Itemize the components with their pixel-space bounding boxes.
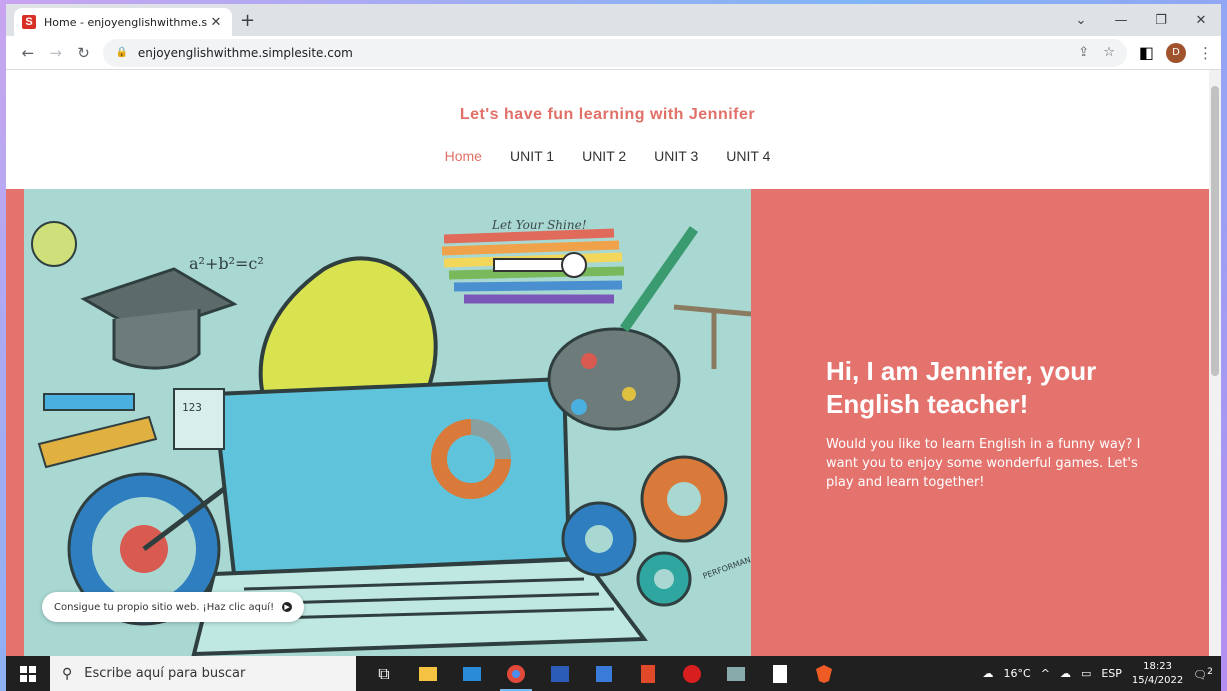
menu-item-home[interactable]: Home <box>445 148 482 164</box>
education-illustration: Let Your Shine! a²+b²=c² 123 PERFORMAN <box>31 218 751 656</box>
minimize-button[interactable]: — <box>1101 4 1141 36</box>
clock[interactable]: 18:23 15/4/2022 <box>1132 660 1183 688</box>
menu-item-unit-3[interactable]: UNIT 3 <box>654 148 698 164</box>
onedrive-icon[interactable]: ☁ <box>1060 667 1071 680</box>
network-icon[interactable]: ▭ <box>1081 667 1091 680</box>
task-view-icon[interactable]: ⧉ <box>362 656 406 691</box>
taskbar-search[interactable]: ⚲ Escribe aquí para buscar <box>50 656 356 691</box>
lock-icon[interactable]: 🔒 <box>115 47 127 58</box>
hero-text: Hi, I am Jennifer, your English teacher!… <box>826 355 1156 492</box>
url-text: enjoyenglishwithme.simplesite.com <box>137 45 353 60</box>
menu-item-unit-4[interactable]: UNIT 4 <box>726 148 770 164</box>
tab-title: Home - enjoyenglishwithme.simp <box>44 15 208 29</box>
menu-kebab-icon[interactable]: ⋮ <box>1198 44 1213 62</box>
brave-icon[interactable] <box>802 656 846 691</box>
tab-strip: S Home - enjoyenglishwithme.simp ✕ + ⌄ —… <box>6 4 1221 36</box>
arrow-icon: ▶ <box>282 602 293 612</box>
site-menu: Home UNIT 1 UNIT 2 UNIT 3 UNIT 4 <box>6 148 1209 164</box>
side-panel-icon[interactable]: ◧ <box>1139 43 1154 62</box>
restore-button[interactable]: ❐ <box>1141 4 1181 36</box>
promo-badge[interactable]: Consigue tu propio sitio web. ¡Haz clic … <box>42 592 305 622</box>
menu-item-unit-2[interactable]: UNIT 2 <box>582 148 626 164</box>
tray-chevron-icon[interactable]: ^ <box>1041 667 1050 680</box>
hero-body: Would you like to learn English in a fun… <box>826 437 1141 490</box>
bookmark-star-icon[interactable]: ☆ <box>1103 45 1115 60</box>
promo-text: Consigue tu propio sitio web. ¡Haz clic … <box>54 601 275 613</box>
menu-item-unit-1[interactable]: UNIT 1 <box>510 148 554 164</box>
document-icon[interactable] <box>758 656 802 691</box>
hero-heading: Hi, I am Jennifer, your English teacher! <box>826 356 1097 419</box>
notification-icon[interactable]: 🗨2 <box>1193 666 1213 682</box>
chrome-icon[interactable] <box>494 656 538 691</box>
shine-text: Let Your Shine! <box>491 218 587 232</box>
favicon-icon: S <box>22 15 36 29</box>
page-scrollbar[interactable] <box>1209 70 1221 656</box>
temperature-text[interactable]: 16°C <box>1004 667 1031 680</box>
formula-text: a²+b²=c² <box>189 254 264 273</box>
system-tray: ☁ 16°C ^ ☁ ▭ ESP 18:23 15/4/2022 🗨2 <box>983 660 1221 688</box>
search-icon: ⚲ <box>62 665 73 682</box>
taskbar-apps: ⧉ <box>362 656 846 691</box>
hero-section: Let Your Shine! a²+b²=c² 123 PERFORMAN H… <box>6 189 1209 656</box>
back-button[interactable]: ← <box>14 44 42 62</box>
site-title[interactable]: Let's have fun learning with Jennifer <box>6 106 1209 124</box>
web-page: Let's have fun learning with Jennifer Ho… <box>6 70 1209 656</box>
music-app-icon[interactable] <box>670 656 714 691</box>
close-window-button[interactable]: ✕ <box>1181 4 1221 36</box>
profile-avatar[interactable]: D <box>1165 42 1186 63</box>
file-explorer-icon[interactable] <box>406 656 450 691</box>
calculator-text: 123 <box>182 401 202 414</box>
close-icon[interactable]: ✕ <box>208 15 224 30</box>
media-player-icon[interactable] <box>582 656 626 691</box>
browser-tab[interactable]: S Home - enjoyenglishwithme.simp ✕ <box>14 8 232 36</box>
date-text: 15/4/2022 <box>1131 674 1184 686</box>
forward-button[interactable]: → <box>42 44 70 62</box>
camera-icon[interactable] <box>714 656 758 691</box>
reload-button[interactable]: ↻ <box>70 44 98 62</box>
office-icon[interactable] <box>626 656 670 691</box>
tab-search-icon[interactable]: ⌄ <box>1061 4 1101 36</box>
language-indicator[interactable]: ESP <box>1101 667 1122 680</box>
windows-start-button[interactable] <box>6 665 50 682</box>
word-icon[interactable] <box>538 656 582 691</box>
taskbar: ⚲ Escribe aquí para buscar ⧉ ☁ 16°C ^ ☁ … <box>6 656 1221 691</box>
time-text: 18:23 <box>1143 660 1172 672</box>
notification-count: 2 <box>1207 665 1213 677</box>
browser-window: S Home - enjoyenglishwithme.simp ✕ + ⌄ —… <box>6 4 1221 656</box>
performance-text: PERFORMAN <box>702 555 751 581</box>
weather-icon[interactable]: ☁ <box>983 667 994 680</box>
search-placeholder: Escribe aquí para buscar <box>84 666 246 681</box>
browser-toolbar: ← → ↻ 🔒 enjoyenglishwithme.simplesite.co… <box>6 36 1221 70</box>
hero-illustration: Let Your Shine! a²+b²=c² 123 PERFORMAN <box>24 189 751 656</box>
windows-logo-icon <box>20 665 36 682</box>
address-bar[interactable]: 🔒 enjoyenglishwithme.simplesite.com ⇪ ☆ <box>103 38 1127 67</box>
window-controls: ⌄ — ❐ ✕ <box>1061 4 1221 36</box>
share-icon[interactable]: ⇪ <box>1078 45 1089 60</box>
mail-icon[interactable] <box>450 656 494 691</box>
scrollbar-thumb[interactable] <box>1211 86 1219 376</box>
new-tab-button[interactable]: + <box>240 10 255 31</box>
